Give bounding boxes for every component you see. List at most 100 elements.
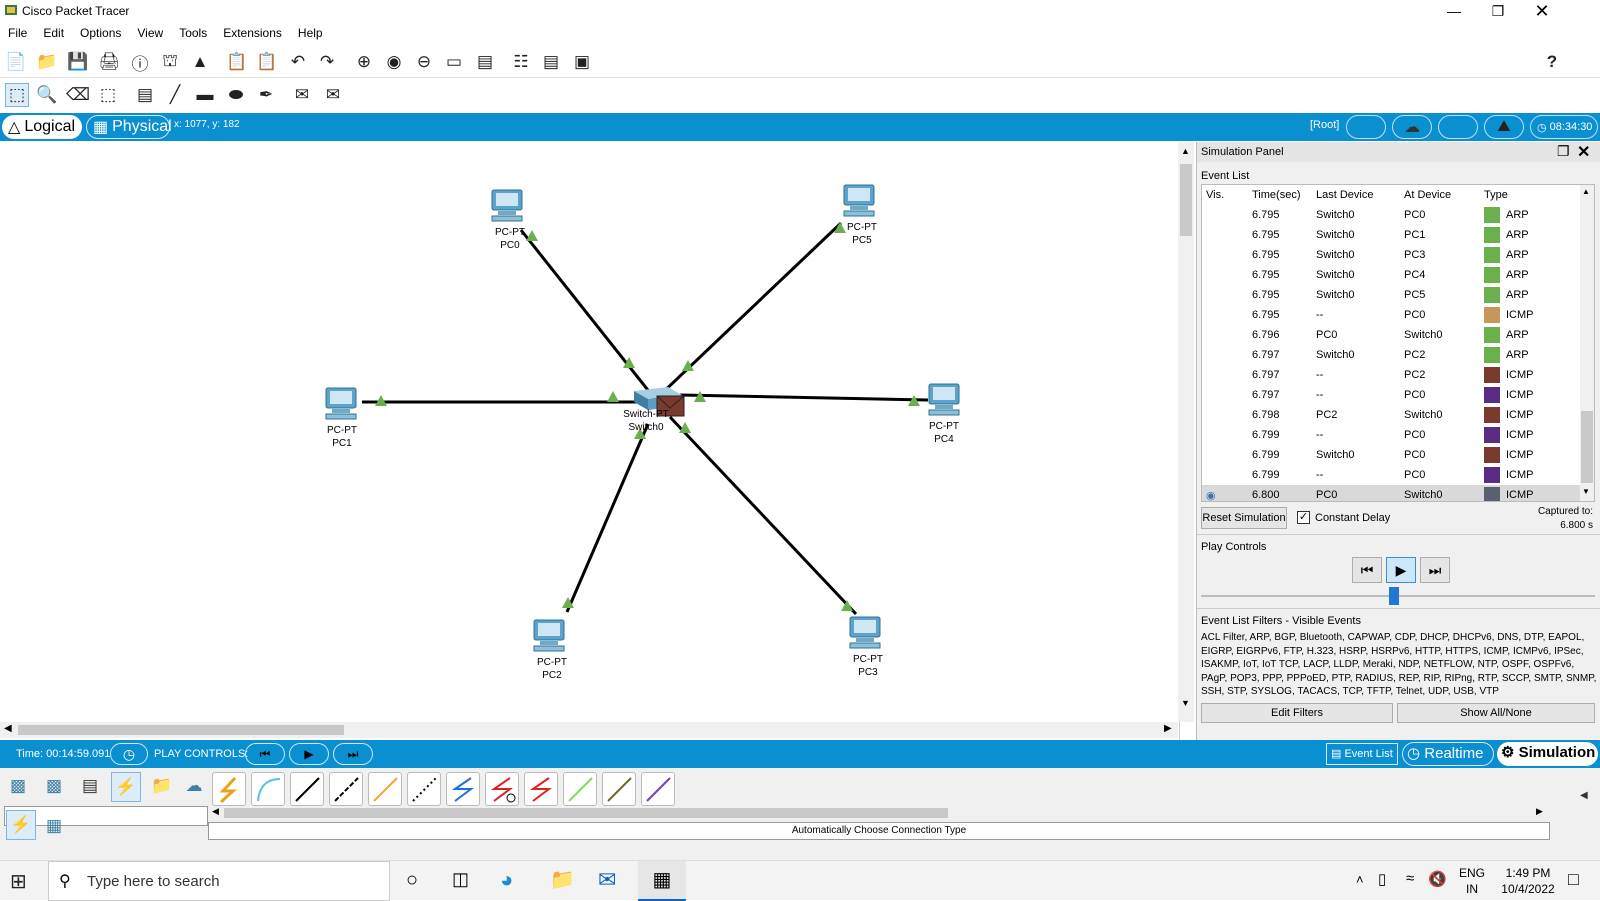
bottom-step-back-icon[interactable]: ⏮: [245, 743, 285, 765]
scroll-right-icon[interactable]: ▶: [1164, 723, 1172, 734]
root-label[interactable]: [Root]: [1310, 119, 1339, 131]
menu-options[interactable]: Options: [72, 22, 129, 40]
draw-rectangle-icon[interactable]: ▬: [193, 83, 217, 107]
scroll-down-icon[interactable]: ▼: [1582, 487, 1590, 496]
screenshot-icon[interactable]: ▣: [570, 50, 594, 74]
maximize-button[interactable]: ❐: [1476, 0, 1520, 22]
cable-serial-dte-icon[interactable]: [524, 772, 558, 806]
add-simple-pdu-icon[interactable]: ✉: [290, 83, 314, 107]
taskbar-search-box[interactable]: ⚲ Type here to search: [48, 861, 390, 901]
notifications-icon[interactable]: □: [1568, 869, 1579, 890]
delete-icon[interactable]: ⌫: [66, 83, 90, 107]
network-info-icon[interactable]: ⛫: [158, 50, 182, 74]
event-row[interactable]: 6.799 Switch0 PC0 ICMP: [1202, 445, 1580, 465]
power-cycle-icon[interactable]: ◷: [110, 743, 148, 765]
open-folder-icon[interactable]: 📁: [35, 50, 59, 74]
step-back-button[interactable]: ⏮: [1352, 557, 1382, 583]
cortana-icon[interactable]: ○: [406, 869, 418, 892]
cable-console-icon[interactable]: [251, 772, 285, 806]
link-pc0[interactable]: [519, 229, 657, 400]
menu-help[interactable]: Help: [290, 22, 331, 40]
event-row[interactable]: 6.797 -- PC0 ICMP: [1202, 385, 1580, 405]
device-template-icon[interactable]: ▤: [539, 50, 563, 74]
event-list-scrollbar[interactable]: ▲ ▼: [1580, 185, 1594, 501]
play-button[interactable]: ▶: [1386, 557, 1416, 583]
cable-phone-icon[interactable]: [407, 772, 441, 806]
redo-icon[interactable]: ↷: [315, 50, 339, 74]
undock-icon[interactable]: ❐: [1557, 143, 1570, 160]
zoom-in-icon[interactable]: ⊕: [352, 50, 376, 74]
event-row[interactable]: ◉ 6.800 PC0 Switch0 ICMP: [1202, 485, 1580, 502]
undo-icon[interactable]: ↶: [286, 50, 310, 74]
cable-coaxial-icon[interactable]: [446, 772, 480, 806]
scroll-left-icon[interactable]: ◀: [4, 723, 12, 734]
cable-auto-icon[interactable]: [212, 772, 246, 806]
connections-subtype-icon[interactable]: ⚡: [6, 810, 36, 840]
edit-filters-button[interactable]: Edit Filters: [1201, 703, 1393, 723]
scroll-thumb[interactable]: [1581, 411, 1593, 483]
step-forward-button[interactable]: ⏭: [1420, 557, 1450, 583]
canvas-horizontal-scrollbar[interactable]: ◀ ▶: [0, 722, 1178, 738]
collapse-panel-icon[interactable]: ◀: [1580, 790, 1588, 801]
event-row[interactable]: 6.799 -- PC0 ICMP: [1202, 425, 1580, 445]
zoom-reset-icon[interactable]: ◉: [382, 50, 406, 74]
scroll-up-icon[interactable]: ▲: [1582, 187, 1590, 196]
realtime-toggle[interactable]: ◷ Realtime: [1402, 742, 1494, 766]
activity-wizard-icon[interactable]: ▲: [188, 50, 212, 74]
event-row[interactable]: 6.795 Switch0 PC0 ARP: [1202, 205, 1580, 225]
volume-icon[interactable]: 🔇: [1428, 870, 1447, 888]
inspect-icon[interactable]: 🔍: [35, 83, 59, 107]
help-icon[interactable]: ?: [1540, 50, 1564, 74]
event-row[interactable]: 6.798 PC2 Switch0 ICMP: [1202, 405, 1580, 425]
event-row[interactable]: 6.797 Switch0 PC2 ARP: [1202, 345, 1580, 365]
cable-octal-icon[interactable]: [563, 772, 597, 806]
menu-tools[interactable]: Tools: [171, 22, 215, 40]
file-explorer-icon[interactable]: 📁: [550, 867, 575, 892]
event-row[interactable]: 6.796 PC0 Switch0 ARP: [1202, 325, 1580, 345]
event-list-table[interactable]: Vis. Time(sec) Last Device At Device Typ…: [1201, 184, 1595, 502]
minimize-button[interactable]: —: [1432, 0, 1476, 22]
pc-device-pc4[interactable]: [925, 382, 965, 423]
menu-file[interactable]: File: [0, 22, 35, 40]
components-icon[interactable]: ▤: [78, 774, 102, 798]
event-list-toggle[interactable]: ▤ Event List: [1326, 743, 1398, 765]
show-all-none-button[interactable]: Show All/None: [1397, 703, 1595, 723]
pc-device-pc5[interactable]: [840, 183, 880, 224]
viewport-clock[interactable]: ◷ 08:34:30: [1530, 115, 1598, 139]
cable-iot-icon[interactable]: [602, 772, 636, 806]
cable-straight-through-icon[interactable]: [290, 772, 324, 806]
event-row[interactable]: 6.795 Switch0 PC1 ARP: [1202, 225, 1580, 245]
scroll-thumb[interactable]: [1180, 164, 1192, 236]
save-icon[interactable]: 💾: [66, 50, 90, 74]
event-row[interactable]: 6.795 -- PC0 ICMP: [1202, 305, 1580, 325]
close-panel-icon[interactable]: ✕: [1577, 142, 1590, 162]
pc-device-pc3[interactable]: [846, 615, 886, 656]
simulation-toggle[interactable]: ⚙ Simulation: [1497, 742, 1598, 766]
scroll-thumb[interactable]: [18, 725, 344, 735]
cable-usb-icon[interactable]: [641, 772, 675, 806]
speed-slider-thumb[interactable]: [1389, 587, 1399, 605]
menu-extensions[interactable]: Extensions: [215, 22, 290, 40]
battery-icon[interactable]: ▯: [1378, 870, 1386, 888]
eye-icon[interactable]: ◉: [1206, 490, 1216, 502]
link-pc3[interactable]: [668, 415, 858, 616]
bottom-step-forward-icon[interactable]: ⏭: [333, 743, 373, 765]
canvas-vertical-scrollbar[interactable]: ▲ ▼: [1178, 142, 1194, 722]
event-row[interactable]: 6.799 -- PC0 ICMP: [1202, 465, 1580, 485]
tab-physical[interactable]: ▦ Physical: [86, 115, 172, 139]
menu-view[interactable]: View: [129, 22, 171, 40]
select-tool-icon[interactable]: ⬚: [5, 83, 29, 107]
menu-edit[interactable]: Edit: [35, 22, 72, 40]
device-list-scrollbar[interactable]: ◀ ▶: [208, 806, 1550, 820]
notes-icon[interactable]: ☷: [509, 50, 533, 74]
new-cluster-icon[interactable]: ☁: [1392, 115, 1432, 139]
copy-icon[interactable]: 📋: [225, 50, 249, 74]
network-devices-icon[interactable]: ▩: [6, 774, 30, 798]
connections-icon[interactable]: ⚡: [111, 772, 141, 802]
multiuser-icon[interactable]: ☁: [182, 774, 206, 798]
task-view-icon[interactable]: ◫: [452, 869, 469, 890]
event-row[interactable]: 6.795 Switch0 PC3 ARP: [1202, 245, 1580, 265]
link-pc2[interactable]: [565, 423, 650, 613]
grid-subtype-icon[interactable]: ▦: [42, 814, 66, 838]
input-language[interactable]: ENG IN: [1454, 865, 1490, 897]
